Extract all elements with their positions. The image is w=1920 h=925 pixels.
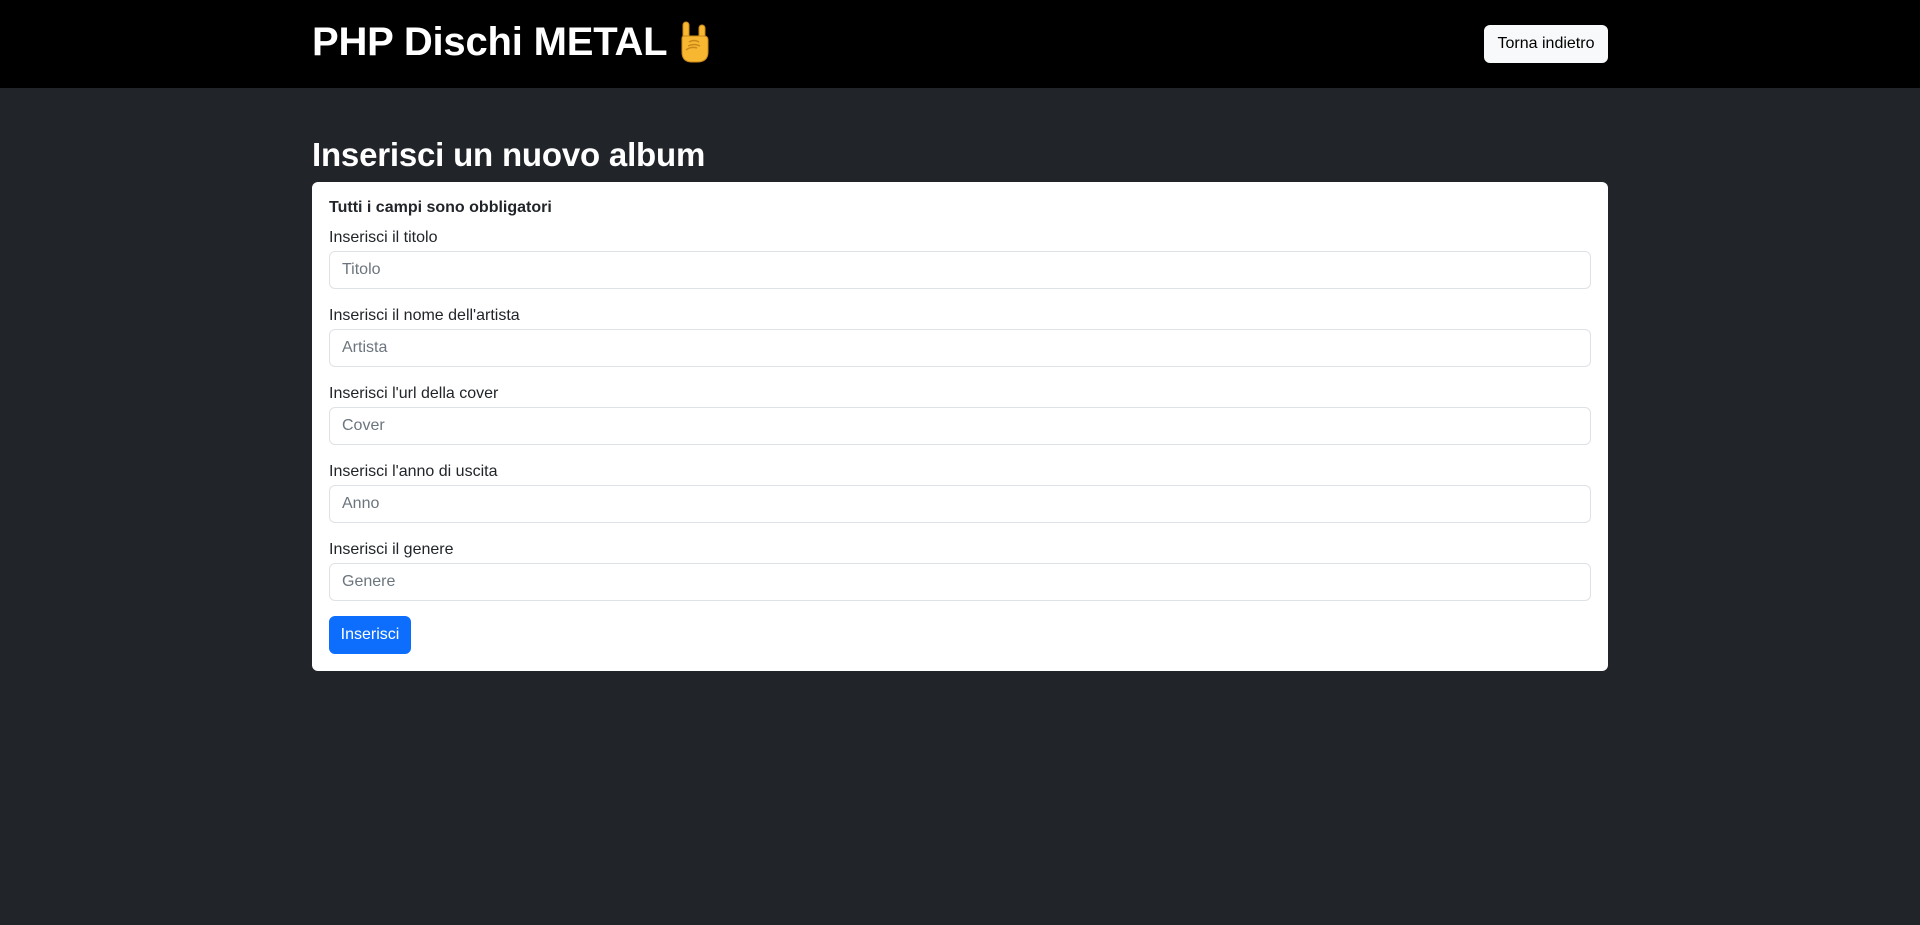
year-label: Inserisci l'anno di uscita	[329, 463, 498, 480]
required-fields-note: Tutti i campi sono obbligatori	[329, 199, 552, 216]
artist-input[interactable]	[329, 329, 1591, 367]
add-album-form: Tutti i campi sono obbligatori Inserisci…	[312, 182, 1608, 671]
genre-label: Inserisci il genere	[329, 541, 454, 558]
cover-field-group: Inserisci l'url della cover	[329, 383, 1591, 445]
year-field-group: Inserisci l'anno di uscita	[329, 461, 1591, 523]
cover-url-input[interactable]	[329, 407, 1591, 445]
year-input[interactable]	[329, 485, 1591, 523]
title-label: Inserisci il titolo	[329, 229, 438, 246]
genre-field-group: Inserisci il genere	[329, 539, 1591, 601]
cover-label: Inserisci l'url della cover	[329, 385, 499, 402]
rock-on-hand-icon	[677, 20, 713, 64]
top-navbar: PHP Dischi METAL Torna indietro	[0, 0, 1920, 88]
title-input[interactable]	[329, 251, 1591, 289]
brand: PHP Dischi METAL	[312, 16, 713, 68]
back-button[interactable]: Torna indietro	[1484, 25, 1608, 63]
submit-button[interactable]: Inserisci	[329, 616, 411, 654]
title-field-group: Inserisci il titolo	[329, 227, 1591, 289]
genre-input[interactable]	[329, 563, 1591, 601]
brand-title: PHP Dischi METAL	[312, 19, 668, 64]
page-title: Inserisci un nuovo album	[312, 136, 706, 173]
artist-field-group: Inserisci il nome dell'artista	[329, 305, 1591, 367]
artist-label: Inserisci il nome dell'artista	[329, 307, 520, 324]
